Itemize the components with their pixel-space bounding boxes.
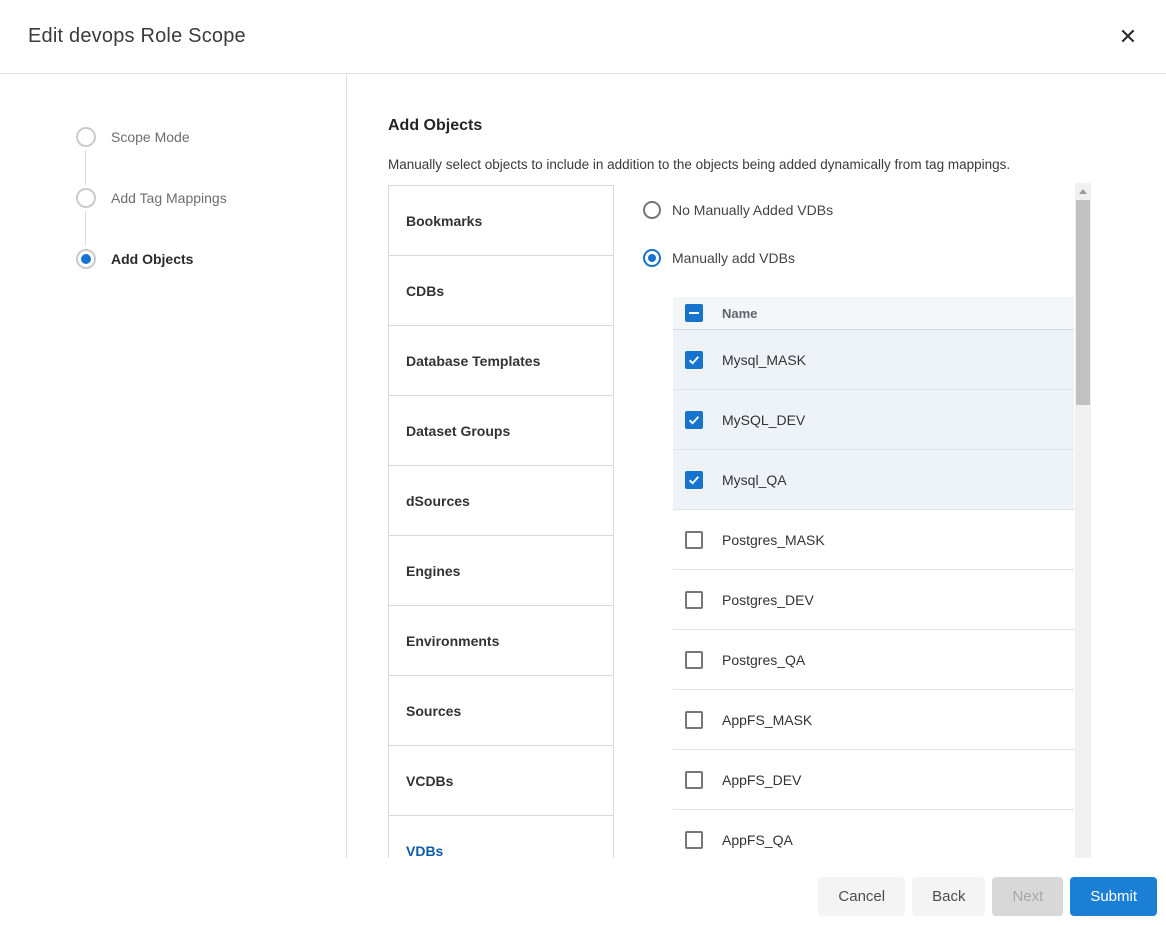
- row-name: AppFS_DEV: [722, 772, 801, 788]
- row-checkbox[interactable]: [685, 831, 703, 849]
- category-label: Engines: [406, 563, 460, 579]
- category-item-bookmarks[interactable]: Bookmarks: [389, 186, 613, 256]
- scrollbar-thumb[interactable]: [1076, 200, 1090, 405]
- row-name: Postgres_DEV: [722, 592, 814, 608]
- step-label: Scope Mode: [111, 129, 190, 145]
- vdb-selection-panel: No Manually Added VDBsManually add VDBs …: [643, 185, 1074, 858]
- row-name: AppFS_MASK: [722, 712, 812, 728]
- radio-label: No Manually Added VDBs: [672, 202, 833, 218]
- row-checkbox[interactable]: [685, 711, 703, 729]
- radio-button-icon: [643, 201, 661, 219]
- table-row-mysql-mask[interactable]: Mysql_MASK: [673, 330, 1074, 390]
- category-label: Bookmarks: [406, 213, 482, 229]
- category-item-database-templates[interactable]: Database Templates: [389, 326, 613, 396]
- content-columns: Bookmarks CDBs Database Templates Dataset G…: [388, 185, 1166, 858]
- table-row-mysql-dev[interactable]: MySQL_DEV: [673, 390, 1074, 450]
- category-label: VDBs: [406, 843, 443, 859]
- vdb-radio-group: No Manually Added VDBs Manually add VDBs: [643, 185, 1074, 267]
- row-checkbox[interactable]: [685, 471, 703, 489]
- edit-role-scope-dialog: Edit devops Role Scope ✕ Scope Mode Add T…: [0, 0, 1166, 925]
- check-icon: [687, 413, 701, 427]
- dialog-title: Edit devops Role Scope: [28, 25, 246, 48]
- select-all-checkbox[interactable]: [685, 304, 703, 322]
- page-description: Manually select objects to include in ad…: [388, 157, 1166, 172]
- table-row-appfs-dev[interactable]: AppFS_DEV: [673, 750, 1074, 810]
- stepper-step-scope-mode[interactable]: Scope Mode: [76, 127, 346, 147]
- table-row-postgres-qa[interactable]: Postgres_QA: [673, 630, 1074, 690]
- category-item-cdbs[interactable]: CDBs: [389, 256, 613, 326]
- radio-no-manually-added-vdbs[interactable]: No Manually Added VDBs: [643, 201, 1074, 219]
- scroll-up-button[interactable]: [1075, 183, 1091, 200]
- step-indicator-icon: [76, 188, 96, 208]
- stepper: Scope Mode Add Tag Mappings Add Objects: [0, 74, 347, 858]
- category-label: Database Templates: [406, 353, 540, 369]
- check-icon: [687, 353, 701, 367]
- row-name: Postgres_MASK: [722, 532, 825, 548]
- scrollbar[interactable]: [1075, 183, 1091, 858]
- page-title: Add Objects: [388, 117, 1166, 135]
- back-button[interactable]: Back: [912, 877, 985, 916]
- row-checkbox[interactable]: [685, 771, 703, 789]
- row-checkbox[interactable]: [685, 351, 703, 369]
- table-row-appfs-qa[interactable]: AppFS_QA: [673, 810, 1074, 858]
- row-name: Postgres_QA: [722, 652, 805, 668]
- stepper-step-add-objects[interactable]: Add Objects: [76, 249, 346, 269]
- category-item-environments[interactable]: Environments: [389, 606, 613, 676]
- table-header-row: Name: [673, 297, 1074, 330]
- row-checkbox[interactable]: [685, 531, 703, 549]
- category-label: CDBs: [406, 283, 444, 299]
- table-row-appfs-mask[interactable]: AppFS_MASK: [673, 690, 1074, 750]
- row-name: MySQL_DEV: [722, 412, 805, 428]
- row-checkbox[interactable]: [685, 411, 703, 429]
- row-name: Mysql_QA: [722, 472, 787, 488]
- object-category-list: Bookmarks CDBs Database Templates Dataset G…: [388, 185, 614, 858]
- category-label: Sources: [406, 703, 461, 719]
- next-button[interactable]: Next: [992, 877, 1063, 916]
- step-indicator-icon: [76, 249, 96, 269]
- radio-manually-add-vdbs[interactable]: Manually add VDBs: [643, 249, 1074, 267]
- indeterminate-icon: [689, 312, 699, 314]
- dialog-header: Edit devops Role Scope ✕: [0, 0, 1166, 74]
- stepper-step-add-tag-mappings[interactable]: Add Tag Mappings: [76, 188, 346, 208]
- radio-button-icon: [643, 249, 661, 267]
- row-name: Mysql_MASK: [722, 352, 806, 368]
- step-label: Add Tag Mappings: [111, 190, 227, 206]
- close-icon: ✕: [1119, 26, 1137, 48]
- active-step-dot-icon: [81, 254, 91, 264]
- category-item-vcdbs[interactable]: VCDBs: [389, 746, 613, 816]
- category-label: dSources: [406, 493, 470, 509]
- category-item-sources[interactable]: Sources: [389, 676, 613, 746]
- cancel-button[interactable]: Cancel: [818, 877, 905, 916]
- close-button[interactable]: ✕: [1112, 21, 1144, 53]
- table-body: Mysql_MASK MySQL_DEV Mysql_QA Postgres_MASK…: [673, 330, 1074, 858]
- scroll-up-arrow-icon: [1079, 189, 1087, 194]
- radio-dot-icon: [648, 254, 656, 262]
- category-label: Dataset Groups: [406, 423, 510, 439]
- dialog-footer: Cancel Back Next Submit: [818, 877, 1157, 916]
- table-row-postgres-dev[interactable]: Postgres_DEV: [673, 570, 1074, 630]
- category-item-vdbs[interactable]: VDBs: [389, 816, 613, 858]
- category-item-dsources[interactable]: dSources: [389, 466, 613, 536]
- check-icon: [687, 473, 701, 487]
- dialog-body: Scope Mode Add Tag Mappings Add Objects Ad…: [0, 74, 1166, 858]
- table-row-mysql-qa[interactable]: Mysql_QA: [673, 450, 1074, 510]
- vdb-table: Name Mysql_MASK MySQL_DEV Mysql_QA Postgres…: [673, 297, 1074, 858]
- step-label: Add Objects: [111, 251, 193, 267]
- step-indicator-icon: [76, 127, 96, 147]
- radio-label: Manually add VDBs: [672, 250, 795, 266]
- row-checkbox[interactable]: [685, 591, 703, 609]
- category-item-dataset-groups[interactable]: Dataset Groups: [389, 396, 613, 466]
- row-name: AppFS_QA: [722, 832, 793, 848]
- category-label: VCDBs: [406, 773, 453, 789]
- table-row-postgres-mask[interactable]: Postgres_MASK: [673, 510, 1074, 570]
- category-label: Environments: [406, 633, 499, 649]
- submit-button[interactable]: Submit: [1070, 877, 1157, 916]
- main-content: Add Objects Manually select objects to i…: [347, 74, 1166, 858]
- row-checkbox[interactable]: [685, 651, 703, 669]
- category-item-engines[interactable]: Engines: [389, 536, 613, 606]
- column-header-name: Name: [722, 306, 757, 321]
